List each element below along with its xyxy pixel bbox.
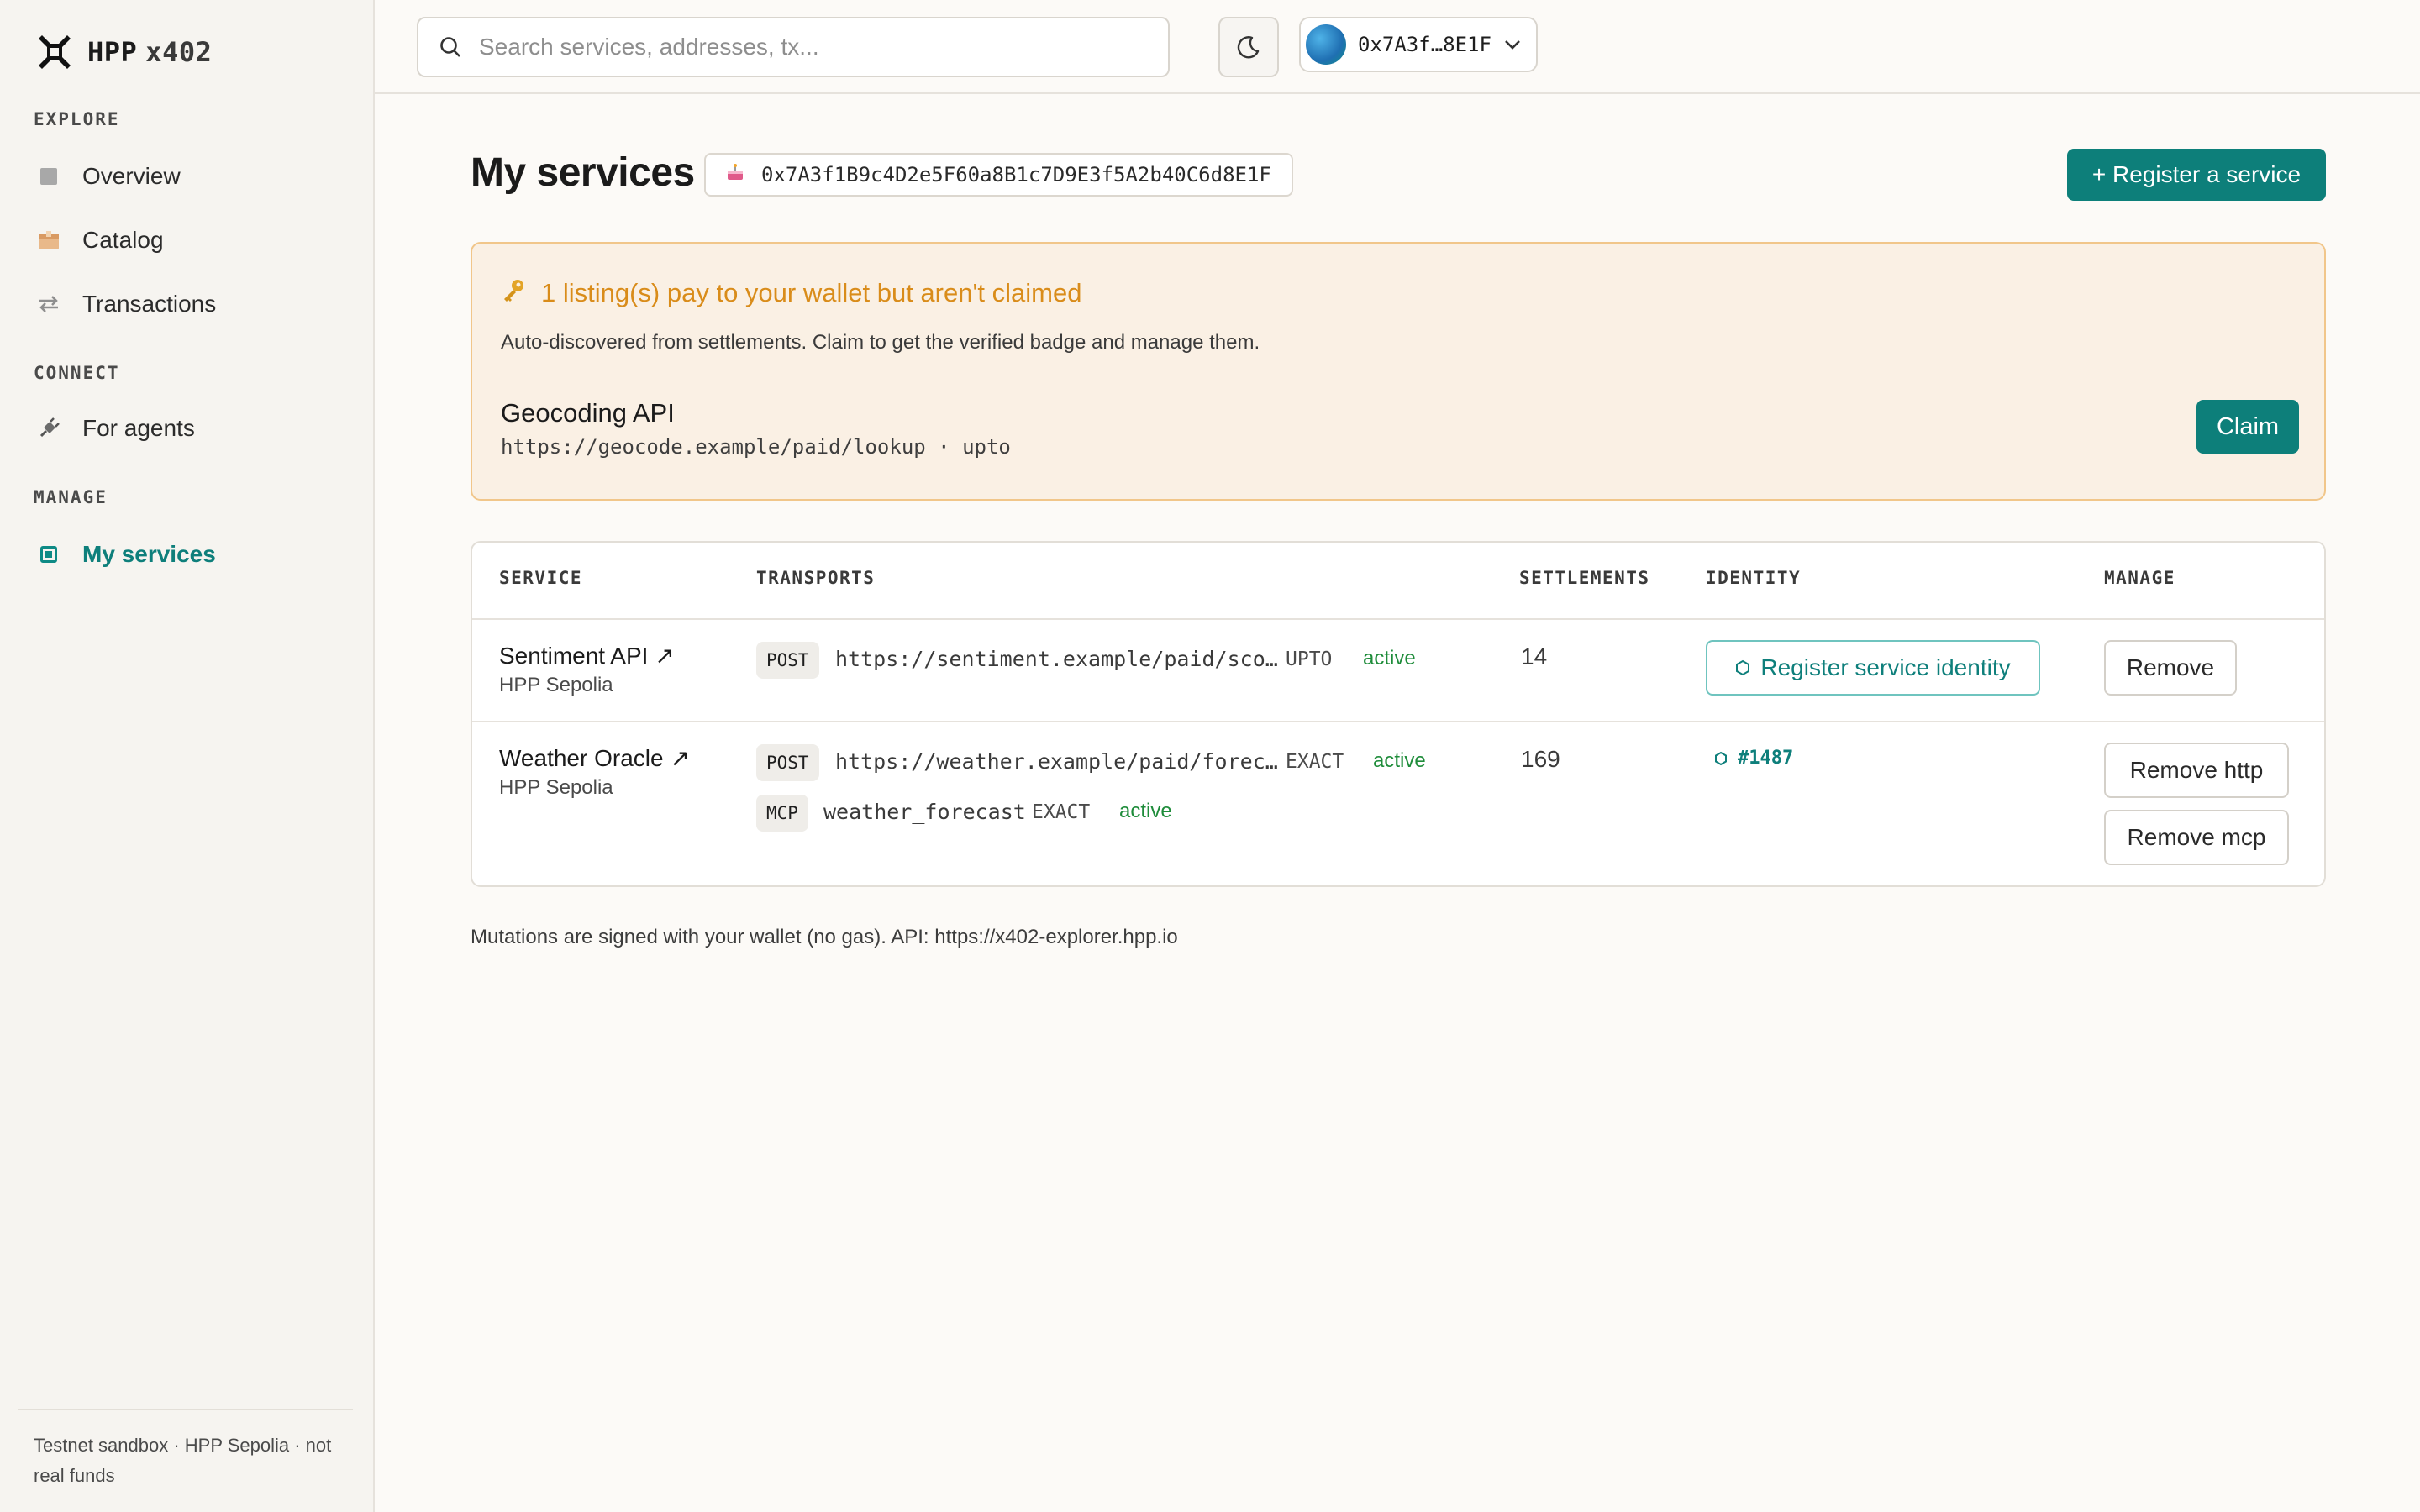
register-identity-button[interactable]: Register service identity (1706, 640, 2040, 696)
banner-title: 1 listing(s) pay to your wallet but aren… (501, 277, 1081, 309)
transport-status: active (1363, 647, 1416, 669)
sidebar: HPP x402 EXPLORE Overview Catalog Transac… (0, 0, 375, 1512)
brand-suffix: x402 (145, 36, 213, 68)
overview-square-icon (37, 165, 60, 188)
identity-link[interactable]: #1487 (1714, 748, 1793, 769)
brand[interactable]: HPP x402 (37, 32, 212, 72)
transport-method-badge: POST (756, 744, 819, 781)
row-divider (472, 618, 2324, 620)
plug-icon (37, 417, 60, 440)
sidebar-item-label: Transactions (82, 291, 217, 317)
search-input[interactable] (479, 34, 1134, 60)
wallet-address-pill[interactable]: 0x7A3f1B9c4D2e5F60a8B1c7D9E3f5A2b40C6d8E… (704, 153, 1293, 197)
identity-id: #1487 (1738, 748, 1794, 769)
sidebar-item-label: Overview (82, 163, 181, 189)
register-service-button[interactable]: + Register a service (2067, 149, 2326, 201)
hexagon-icon (1736, 659, 1750, 676)
claim-button[interactable]: Claim (2196, 400, 2299, 454)
column-header-settlements: SETTLEMENTS (1519, 568, 1650, 588)
topbar: 0x7A3f…8E1F (375, 0, 2420, 94)
sidebar-item-label: My services (82, 541, 216, 567)
nav-section-manage: MANAGE (34, 487, 108, 507)
transport-status: active (1373, 749, 1426, 772)
wallet-address-short: 0x7A3f…8E1F (1358, 33, 1491, 56)
column-header-transports: TRANSPORTS (756, 568, 876, 588)
cake-icon (726, 163, 744, 186)
transport-scheme: EXACT (1032, 801, 1091, 823)
banner-description: Auto-discovered from settlements. Claim … (501, 331, 1260, 354)
sidebar-item-catalog[interactable]: Catalog (37, 217, 164, 264)
sidebar-item-label: Catalog (82, 227, 164, 253)
service-network: HPP Sepolia (499, 674, 613, 696)
page-title: My services (471, 150, 695, 195)
transport-url: https://weather.example/paid/forec… (835, 749, 1278, 774)
remove-http-button[interactable]: Remove http (2104, 743, 2289, 798)
transport-scheme: UPTO (1286, 648, 1333, 670)
services-table: SERVICE TRANSPORTS SETTLEMENTS IDENTITY … (471, 541, 2326, 887)
moon-icon (1237, 36, 1260, 59)
remove-mcp-button[interactable]: Remove mcp (2104, 810, 2289, 865)
transport-method-badge: MCP (756, 795, 808, 832)
brand-title: HPP (87, 36, 138, 68)
key-icon (501, 277, 526, 309)
banner-title-text: 1 listing(s) pay to your wallet but aren… (541, 278, 1082, 307)
sidebar-item-label: For agents (82, 415, 195, 441)
sidebar-item-overview[interactable]: Overview (37, 153, 181, 200)
nav-section-explore: EXPLORE (34, 109, 120, 129)
sidebar-item-for-agents[interactable]: For agents (37, 405, 195, 452)
swap-arrows-icon (37, 292, 60, 316)
hexagon-icon (1715, 751, 1727, 765)
box-icon (37, 228, 60, 252)
search-box[interactable] (417, 17, 1170, 77)
transport-method-badge: POST (756, 642, 819, 679)
wallet-address-full: 0x7A3f1B9c4D2e5F60a8B1c7D9E3f5A2b40C6d8E… (761, 163, 1271, 186)
transport-url: https://sentiment.example/paid/sco… (835, 647, 1278, 671)
settlements-count: 14 (1521, 643, 1548, 669)
unclaimed-service-name: Geocoding API (501, 398, 675, 428)
settlements-count: 169 (1521, 746, 1560, 772)
row-divider (472, 721, 2324, 722)
search-icon (440, 37, 460, 57)
service-name-link[interactable]: Weather Oracle ↗ (499, 744, 690, 772)
nav-section-connect: CONNECT (34, 363, 120, 383)
sidebar-divider (18, 1409, 353, 1410)
chevron-down-icon (1505, 40, 1520, 50)
transport-url: weather_forecast (823, 800, 1026, 824)
wallet-menu-button[interactable]: 0x7A3f…8E1F (1299, 17, 1538, 72)
transport-status: active (1119, 800, 1172, 822)
footer-note: Mutations are signed with your wallet (n… (471, 926, 1178, 948)
remove-button[interactable]: Remove (2104, 640, 2237, 696)
service-name-link[interactable]: Sentiment API ↗ (499, 642, 675, 669)
sidebar-footer: Testnet sandbox · HPP Sepolia · not real… (34, 1435, 332, 1486)
column-header-manage: MANAGE (2104, 568, 2175, 588)
avatar (1306, 24, 1346, 65)
sidebar-item-my-services[interactable]: My services (37, 531, 216, 578)
sidebar-item-transactions[interactable]: Transactions (37, 281, 216, 328)
column-header-service: SERVICE (499, 568, 583, 588)
service-network: HPP Sepolia (499, 776, 613, 799)
services-icon (37, 543, 60, 566)
unclaimed-service-url: https://geocode.example/paid/lookup · up… (501, 435, 1011, 459)
transport-scheme: EXACT (1286, 751, 1344, 773)
hpp-logo-icon (39, 35, 71, 69)
register-identity-label: Register service identity (1760, 654, 2011, 680)
brand-name: HPP x402 (87, 36, 212, 68)
unclaimed-listings-banner: 1 listing(s) pay to your wallet but aren… (471, 242, 2326, 501)
theme-toggle-button[interactable] (1218, 17, 1279, 77)
column-header-identity: IDENTITY (1706, 568, 1802, 588)
